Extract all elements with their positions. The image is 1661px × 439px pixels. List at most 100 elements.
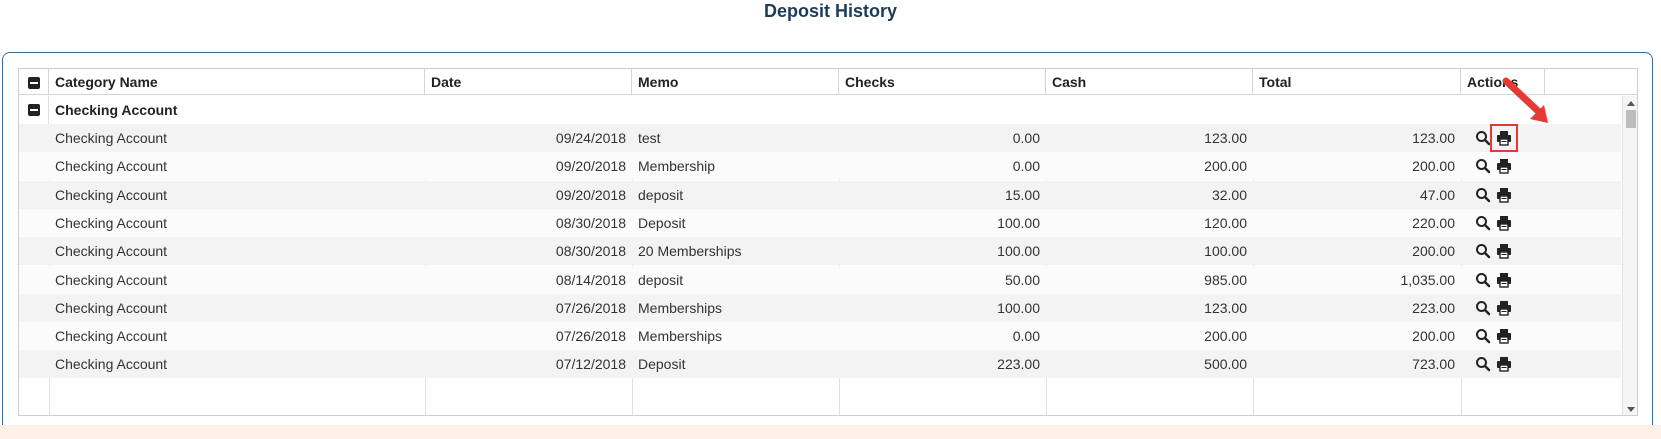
deposit-history-grid: Category Name Date Memo Checks Cash Tota…: [18, 68, 1638, 416]
vertical-scrollbar[interactable]: [1622, 96, 1637, 415]
grid-body: Checking Account Checking Account 09/24/2…: [19, 96, 1621, 415]
cell-cash: 123.00: [1204, 299, 1247, 316]
search-icon[interactable]: [1475, 130, 1491, 146]
annotation-arrow-icon: [1502, 77, 1548, 123]
cell-total: 1,035.00: [1400, 271, 1456, 288]
search-icon[interactable]: [1475, 215, 1491, 231]
print-icon[interactable]: [1496, 272, 1512, 288]
table-row[interactable]: Checking Account 07/26/2018 Memberships 0.0…: [19, 322, 1621, 351]
cell-date: 09/20/2018: [555, 186, 626, 203]
cell-date: 07/26/2018: [555, 328, 626, 345]
cell-cash: 120.00: [1204, 214, 1247, 231]
print-icon[interactable]: [1496, 300, 1512, 316]
column-header-total[interactable]: Total: [1253, 69, 1461, 95]
cell-checks: 0.00: [1012, 328, 1040, 345]
search-icon[interactable]: [1475, 243, 1491, 259]
collapse-all-button[interactable]: [19, 69, 49, 95]
cell-cash: 200.00: [1204, 328, 1247, 345]
cell-date: 08/14/2018: [555, 271, 626, 288]
table-row[interactable]: Checking Account 08/30/2018 Deposit 100.00 1…: [19, 208, 1621, 237]
cell-date: 08/30/2018: [555, 243, 626, 260]
cell-memo: Deposit: [638, 214, 686, 231]
cell-checks: 223.00: [997, 356, 1040, 373]
print-icon[interactable]: [1496, 356, 1512, 373]
cell-date: 09/24/2018: [555, 130, 626, 146]
grid-header: Category Name Date Memo Checks Cash Tota…: [19, 69, 1637, 95]
cell-date: 07/26/2018: [555, 299, 626, 316]
cell-checks: 100.00: [997, 243, 1040, 260]
search-icon[interactable]: [1475, 328, 1491, 344]
cell-category: Checking Account: [55, 130, 168, 146]
print-icon[interactable]: [1496, 328, 1512, 344]
cell-category: Checking Account: [55, 214, 168, 231]
cell-memo: 20 Memberships: [638, 243, 742, 260]
cell-date: 09/20/2018: [555, 158, 626, 175]
table-row[interactable]: Checking Account 09/20/2018 Membership 0.00…: [19, 152, 1621, 181]
table-row[interactable]: Checking Account 07/12/2018 Deposit 223.00 5…: [19, 350, 1621, 379]
cell-category: Checking Account: [55, 243, 168, 260]
cell-cash: 123.00: [1204, 130, 1247, 146]
cell-date: 07/12/2018: [555, 356, 626, 373]
cell-memo: Memberships: [638, 328, 723, 345]
scroll-thumb[interactable]: [1626, 110, 1636, 128]
cell-checks: 15.00: [1004, 186, 1040, 203]
print-highlight-box: [1490, 124, 1518, 152]
column-header-checks[interactable]: Checks: [839, 69, 1046, 95]
collapse-icon: [28, 77, 40, 90]
cell-total: 200.00: [1412, 158, 1455, 175]
cell-total: 123.00: [1412, 130, 1455, 146]
search-icon[interactable]: [1475, 187, 1491, 203]
column-header-date[interactable]: Date: [425, 69, 632, 95]
cell-category: Checking Account: [55, 271, 168, 288]
cell-cash: 500.00: [1204, 356, 1247, 373]
table-row[interactable]: Checking Account 09/24/2018 test 0.00 123.00…: [19, 124, 1621, 152]
cell-checks: 50.00: [1004, 271, 1040, 288]
cell-total: 223.00: [1412, 299, 1455, 316]
group-row-checking-account[interactable]: Checking Account: [19, 96, 1621, 124]
search-icon[interactable]: [1475, 300, 1491, 316]
search-icon[interactable]: [1475, 158, 1491, 174]
print-icon[interactable]: [1496, 158, 1512, 174]
table-row[interactable]: Checking Account 08/30/2018 20 Memberships…: [19, 237, 1621, 266]
cell-total: 47.00: [1419, 186, 1455, 203]
cell-checks: 0.00: [1012, 130, 1040, 146]
print-icon[interactable]: [1496, 187, 1512, 203]
cell-total: 200.00: [1412, 328, 1455, 345]
cell-category: Checking Account: [55, 356, 168, 373]
page-footer-band: [0, 425, 1661, 439]
cell-cash: 985.00: [1204, 271, 1247, 288]
cell-checks: 100.00: [997, 299, 1040, 316]
column-header-category[interactable]: Category Name: [49, 69, 425, 95]
table-row[interactable]: Checking Account 08/14/2018 deposit 50.00 98…: [19, 265, 1621, 294]
cell-category: Checking Account: [55, 299, 168, 316]
page-title: Deposit History: [763, 1, 898, 21]
cell-cash: 200.00: [1204, 158, 1247, 175]
column-header-cash[interactable]: Cash: [1046, 69, 1253, 95]
cell-checks: 0.00: [1012, 158, 1040, 175]
print-icon[interactable]: [1496, 215, 1512, 231]
cell-total: 220.00: [1412, 214, 1455, 231]
search-icon[interactable]: [1475, 356, 1491, 372]
group-label: Checking Account: [55, 102, 178, 118]
scroll-down-arrow[interactable]: [1627, 407, 1635, 412]
cell-memo: test: [638, 130, 661, 146]
cell-total: 723.00: [1412, 356, 1455, 373]
collapse-group-icon[interactable]: [28, 104, 40, 116]
cell-cash: 100.00: [1204, 243, 1247, 260]
cell-memo: deposit: [638, 186, 684, 203]
cell-category: Checking Account: [55, 328, 168, 345]
cell-memo: Memberships: [638, 299, 723, 316]
cell-checks: 100.00: [997, 214, 1040, 231]
column-header-memo[interactable]: Memo: [632, 69, 839, 95]
scroll-up-arrow[interactable]: [1627, 101, 1635, 106]
cell-memo: deposit: [638, 271, 684, 288]
cell-memo: Membership: [638, 158, 716, 175]
cell-memo: Deposit: [638, 356, 686, 373]
search-icon[interactable]: [1475, 272, 1491, 288]
cell-date: 08/30/2018: [555, 214, 626, 231]
print-icon[interactable]: [1496, 243, 1512, 259]
table-row[interactable]: Checking Account 09/20/2018 deposit 15.00 32…: [19, 180, 1621, 209]
table-row[interactable]: Checking Account 07/26/2018 Memberships 100…: [19, 293, 1621, 322]
cell-category: Checking Account: [55, 186, 168, 203]
cell-total: 200.00: [1412, 243, 1455, 260]
